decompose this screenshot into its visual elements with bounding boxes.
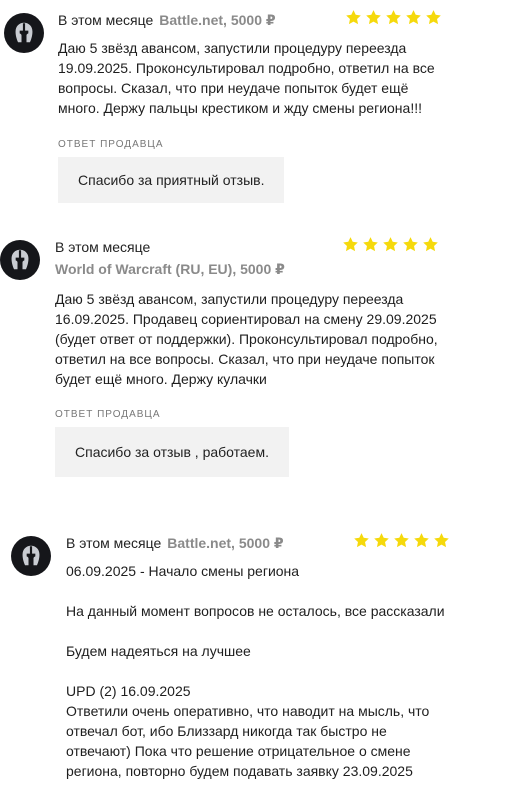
review-date: В этом месяце [66, 535, 162, 551]
spartan-helmet-icon [18, 543, 44, 569]
product-link[interactable]: Battle.net, 5000 ₽ [159, 12, 275, 28]
rating-stars [353, 532, 450, 549]
star-icon [402, 236, 419, 253]
product-link[interactable]: Battle.net, 5000 ₽ [167, 535, 283, 551]
star-icon [425, 9, 442, 26]
star-icon [413, 532, 430, 549]
star-icon [422, 236, 439, 253]
review-text: Даю 5 звёзд авансом, запустили процедуру… [58, 40, 435, 116]
seller-reply-label: ОТВЕТ ПРОДАВЦА [55, 409, 161, 420]
avatar[interactable] [11, 536, 51, 576]
spartan-helmet-icon [11, 20, 37, 46]
star-icon [345, 9, 362, 26]
star-icon [405, 9, 422, 26]
star-icon [373, 532, 390, 549]
review-text: Даю 5 звёзд авансом, запустили процедуру… [55, 291, 438, 387]
avatar[interactable] [0, 240, 40, 280]
rating-stars [342, 236, 439, 253]
seller-reply: Спасибо за отзыв , работаем. [55, 427, 289, 477]
star-icon [382, 236, 399, 253]
star-icon [342, 236, 359, 253]
spartan-helmet-icon [7, 247, 33, 273]
star-icon [393, 532, 410, 549]
rating-stars [345, 9, 442, 26]
review-text: 06.09.2025 - Начало смены региона На дан… [66, 563, 445, 779]
star-icon [353, 532, 370, 549]
seller-reply-label: ОТВЕТ ПРОДАВЦА [58, 139, 164, 150]
star-icon [385, 9, 402, 26]
product-link[interactable]: World of Warcraft (RU, EU), 5000 ₽ [55, 260, 495, 278]
avatar[interactable] [4, 13, 44, 53]
review-date: В этом месяце [58, 12, 154, 28]
seller-reply: Спасибо за приятный отзыв. [58, 157, 285, 203]
star-icon [365, 9, 382, 26]
star-icon [433, 532, 450, 549]
star-icon [362, 236, 379, 253]
